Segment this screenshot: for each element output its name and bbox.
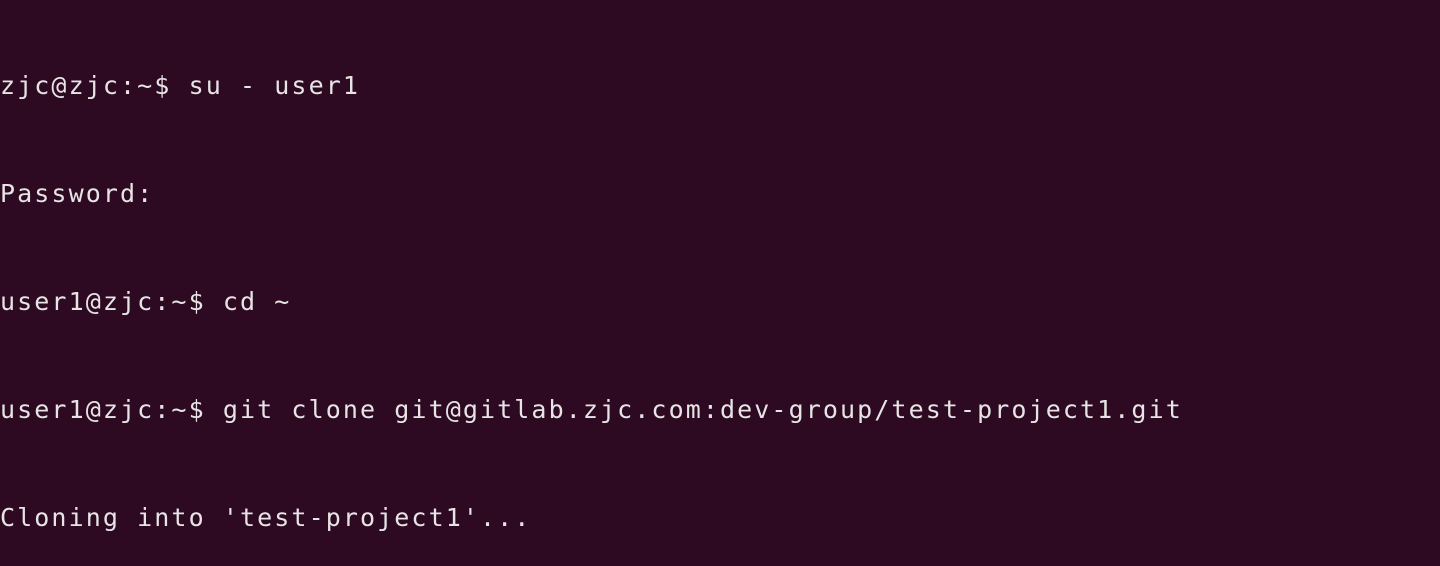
terminal-line: user1@zjc:~$ cd ~ [0, 287, 292, 316]
terminal-screen[interactable]: zjc@zjc:~$ su - user1 Password: user1@zj… [0, 0, 1440, 566]
terminal-line: zjc@zjc:~$ su - user1 [0, 71, 360, 100]
terminal-window[interactable]: zjc@zjc:~$ su - user1 Password: user1@zj… [0, 0, 1440, 566]
terminal-line: Cloning into 'test-project1'... [0, 503, 532, 532]
terminal-line: Password: [0, 179, 155, 208]
terminal-line: user1@zjc:~$ git clone git@gitlab.zjc.co… [0, 395, 1183, 424]
